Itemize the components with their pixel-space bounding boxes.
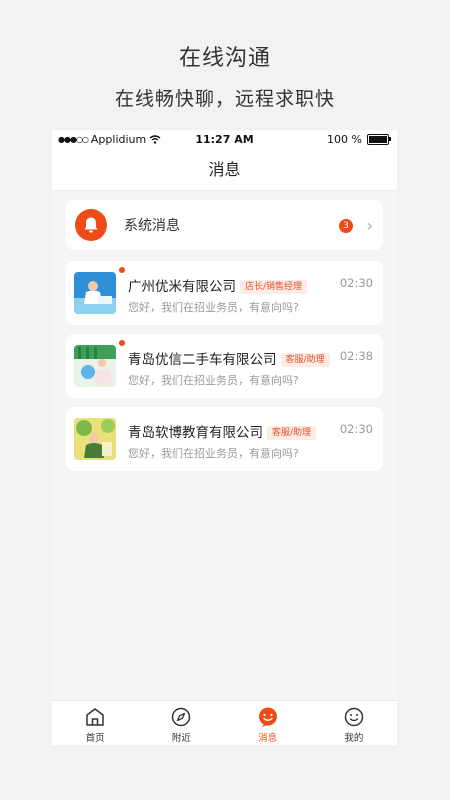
chat-icon — [258, 707, 277, 727]
chat-item[interactable]: 青岛优信二手车有限公司 客服/助理 02:38 您好，我们在招业务员，有意向吗? — [66, 334, 383, 398]
tab-label: 我的 — [344, 733, 364, 744]
unread-dot — [119, 267, 125, 273]
system-messages-row[interactable]: 系统消息 3 › — [66, 200, 383, 250]
job-tag: 店长/销售经理 — [240, 280, 308, 294]
company-avatar — [74, 272, 116, 314]
unread-dot — [119, 340, 125, 346]
chat-preview: 您好，我们在招业务员，有意向吗? — [128, 374, 299, 387]
chat-preview: 您好，我们在招业务员，有意向吗? — [128, 301, 299, 314]
chat-time: 02:38 — [339, 349, 373, 363]
bell-icon — [75, 209, 107, 241]
tab-label: 消息 — [258, 733, 278, 744]
home-icon — [86, 708, 104, 726]
unread-badge: 3 — [339, 219, 353, 233]
compass-icon — [172, 707, 191, 727]
page-title: 消息 — [208, 160, 241, 179]
phone-screen: ●●●○○ Applidium 11:27 AM 100 % 消息 系统消息 3… — [52, 130, 397, 745]
status-bar: ●●●○○ Applidium 11:27 AM 100 % — [52, 130, 397, 150]
tab-label: 首页 — [85, 733, 105, 744]
chat-item[interactable]: 广州优米有限公司 店长/销售经理 02:30 您好，我们在招业务员，有意向吗? — [66, 261, 383, 325]
job-tag: 客服/助理 — [280, 353, 330, 367]
chat-company-name: 青岛软博教育有限公司 客服/助理 — [128, 421, 317, 441]
promo-subtitle: 在线畅快聊，远程求职快 — [114, 88, 335, 110]
tab-label: 附近 — [171, 733, 191, 744]
nav-bar: 消息 — [52, 150, 397, 191]
tab-profile[interactable]: 我的 — [311, 701, 397, 745]
tab-nearby[interactable]: 附近 — [138, 701, 224, 745]
smile-icon — [344, 707, 364, 727]
tab-messages[interactable]: 消息 — [225, 701, 311, 745]
battery-icon — [367, 134, 391, 145]
company-avatar — [74, 345, 116, 387]
chat-item[interactable]: 青岛软博教育有限公司 客服/助理 02:30 您好，我们在招业务员，有意向吗? — [66, 407, 383, 471]
chat-time: 02:30 — [339, 422, 373, 436]
battery-label: 100 % — [327, 133, 362, 146]
chevron-right-icon: › — [366, 216, 373, 235]
chat-company-name: 青岛优信二手车有限公司 客服/助理 — [128, 348, 330, 368]
chat-time: 02:30 — [339, 276, 373, 290]
battery-group: 100 % — [327, 133, 391, 146]
system-messages-label: 系统消息 — [124, 218, 180, 234]
tab-bar: 首页 附近 消息 我的 — [52, 700, 397, 745]
job-tag: 客服/助理 — [267, 426, 317, 440]
promo-title: 在线沟通 — [178, 46, 271, 71]
tab-home[interactable]: 首页 — [52, 701, 138, 745]
company-avatar — [74, 418, 116, 460]
chat-preview: 您好，我们在招业务员，有意向吗? — [128, 447, 299, 460]
chat-company-name: 广州优米有限公司 店长/销售经理 — [128, 275, 308, 295]
